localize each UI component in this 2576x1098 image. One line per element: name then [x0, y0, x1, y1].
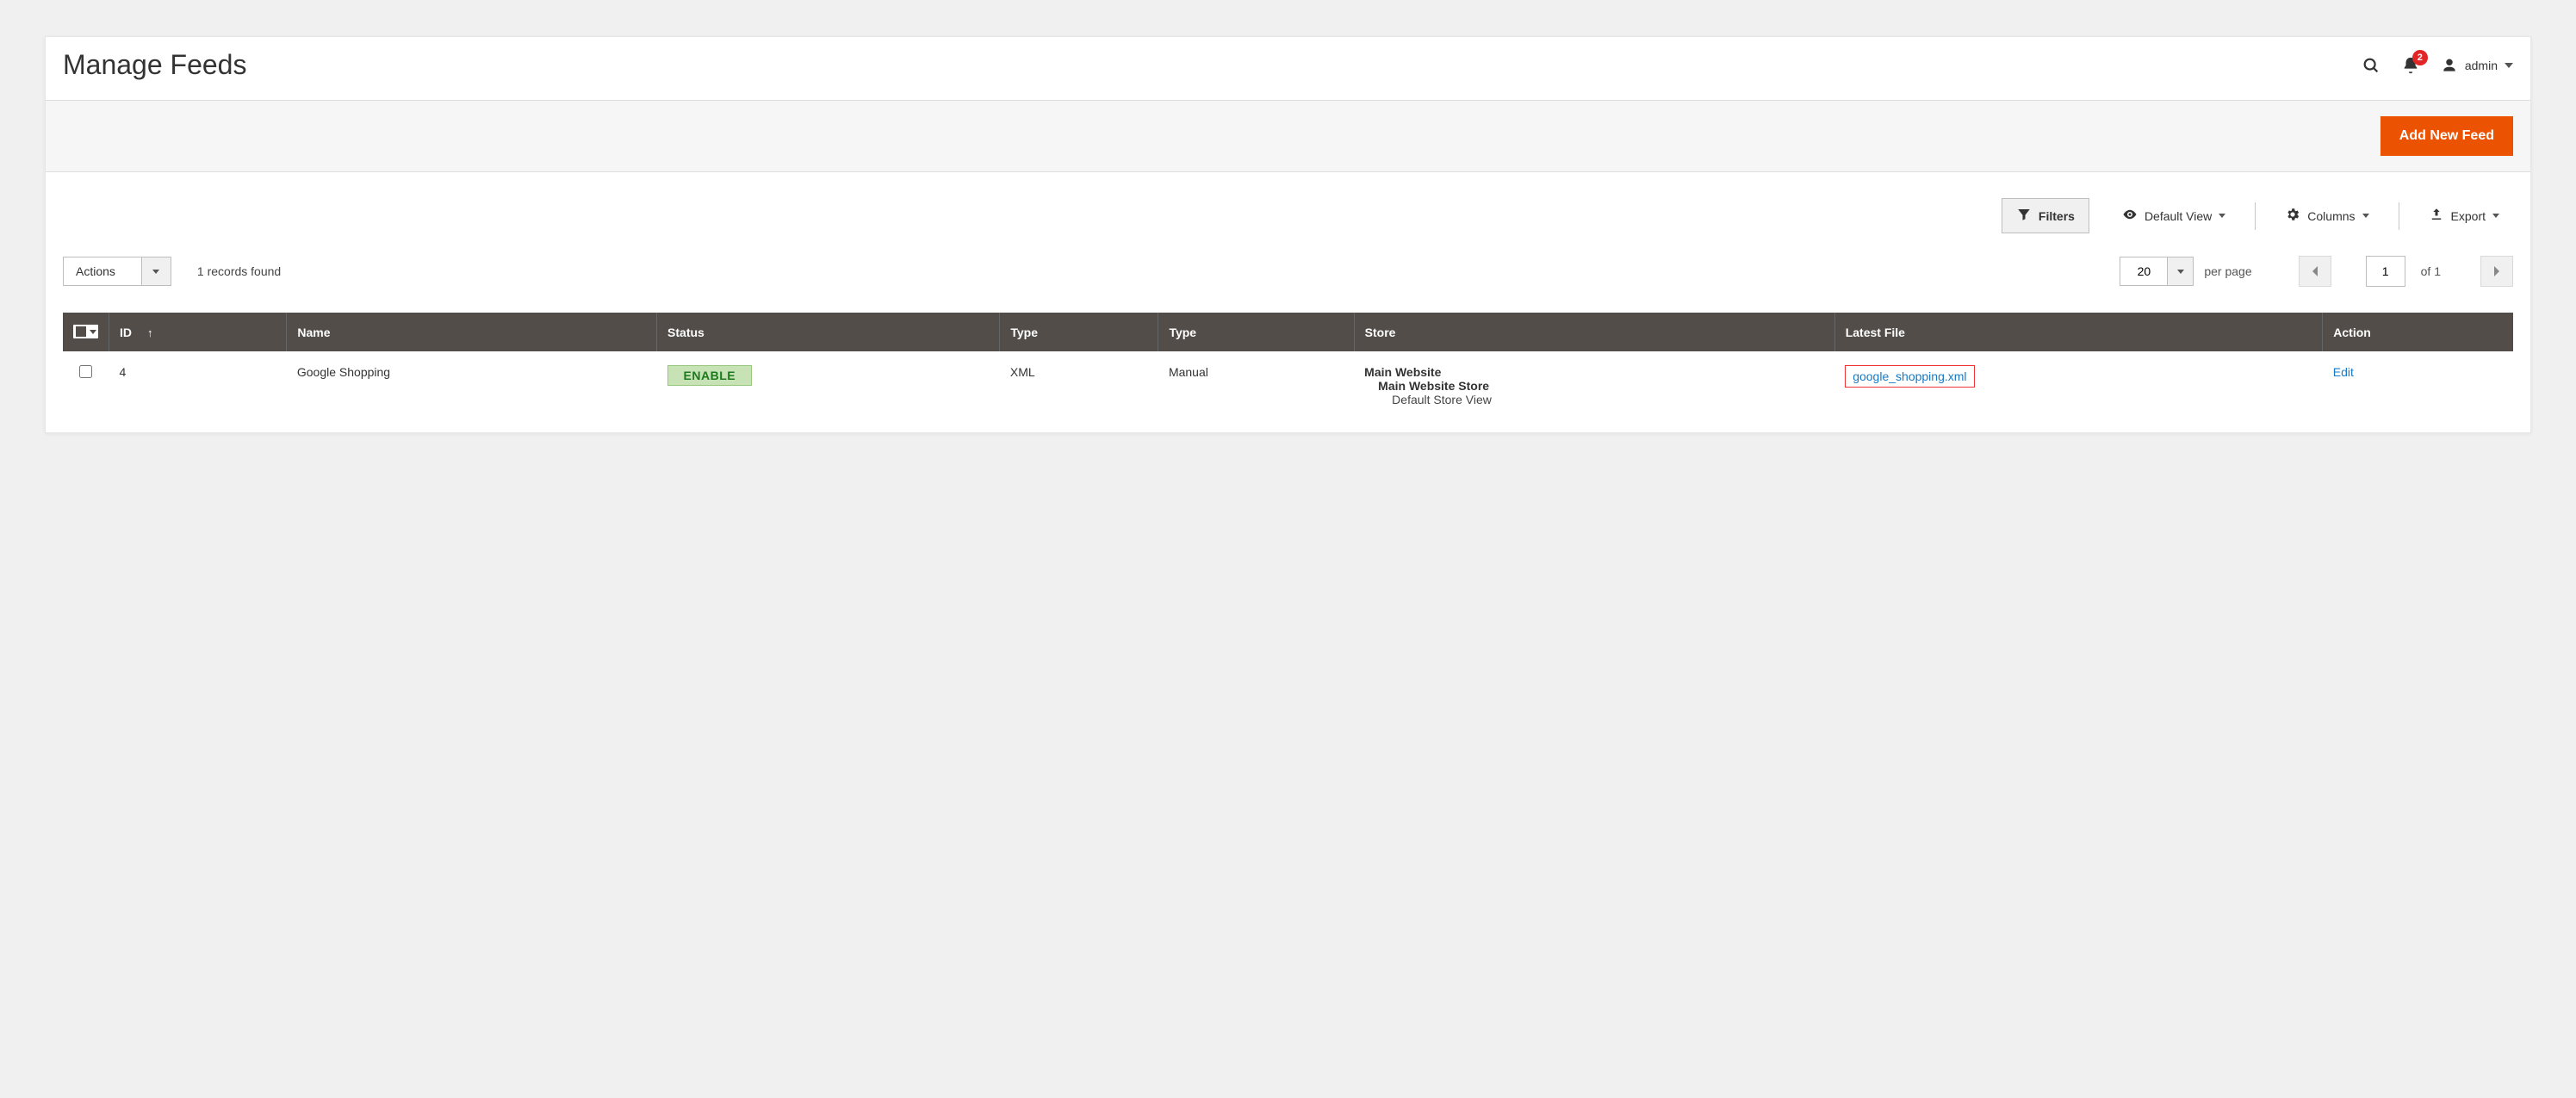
chevron-down-icon	[152, 270, 159, 274]
cell-id: 4	[109, 351, 287, 420]
export-button[interactable]: Export	[2415, 199, 2513, 233]
col-name[interactable]: Name	[287, 313, 657, 351]
chevron-down-icon	[2505, 63, 2513, 68]
funnel-icon	[2016, 207, 2032, 225]
latest-file-link[interactable]: google_shopping.xml	[1853, 369, 1966, 383]
user-name: admin	[2465, 59, 2498, 72]
select-all-header[interactable]	[63, 313, 109, 351]
page-title: Manage Feeds	[63, 49, 246, 81]
chevron-down-icon	[2177, 270, 2184, 274]
filters-label: Filters	[2039, 209, 2075, 223]
chevron-down-icon	[2362, 214, 2369, 218]
page-size-selector[interactable]	[2120, 257, 2194, 286]
gear-icon	[2285, 207, 2300, 225]
col-type1[interactable]: Type	[1000, 313, 1158, 351]
prev-page-button[interactable]	[2299, 256, 2331, 287]
user-icon	[2441, 57, 2458, 74]
col-latest-file[interactable]: Latest File	[1834, 313, 2323, 351]
columns-button[interactable]: Columns	[2271, 199, 2382, 233]
chevron-down-icon	[2492, 214, 2499, 218]
notification-badge: 2	[2412, 50, 2428, 65]
cell-name: Google Shopping	[287, 351, 657, 420]
default-view-button[interactable]: Default View	[2108, 199, 2239, 233]
next-page-button[interactable]	[2480, 256, 2513, 287]
table-row[interactable]: 4 Google Shopping ENABLE XML Manual Main…	[63, 351, 2513, 420]
records-count: 1 records found	[197, 264, 281, 278]
per-page-label: per page	[2204, 264, 2251, 278]
col-type2[interactable]: Type	[1158, 313, 1354, 351]
export-icon	[2429, 207, 2444, 225]
col-action: Action	[2323, 313, 2513, 351]
filters-button[interactable]: Filters	[2002, 198, 2089, 233]
add-new-feed-button[interactable]: Add New Feed	[2380, 116, 2513, 156]
status-badge: ENABLE	[667, 365, 753, 386]
search-icon[interactable]	[2362, 56, 2380, 75]
chevron-down-icon	[2219, 214, 2225, 218]
cell-type2: Manual	[1158, 351, 1354, 420]
page-size-input[interactable]	[2120, 257, 2167, 285]
export-label: Export	[2451, 209, 2486, 223]
eye-icon	[2122, 207, 2138, 225]
cell-type1: XML	[1000, 351, 1158, 420]
edit-link[interactable]: Edit	[2333, 365, 2354, 379]
col-status[interactable]: Status	[657, 313, 1000, 351]
current-page-input[interactable]	[2366, 256, 2405, 287]
actions-toggle[interactable]	[141, 257, 171, 285]
user-menu[interactable]: admin	[2441, 57, 2513, 74]
actions-label: Actions	[64, 257, 141, 285]
col-id[interactable]: ID↑	[109, 313, 287, 351]
columns-label: Columns	[2307, 209, 2355, 223]
row-checkbox[interactable]	[79, 365, 92, 378]
feeds-table: ID↑ Name Status Type Type Store Latest F…	[63, 313, 2513, 420]
page-of-label: of 1	[2421, 264, 2441, 278]
default-view-label: Default View	[2145, 209, 2212, 223]
store-hierarchy: Main Website Main Website Store Default …	[1364, 365, 1824, 406]
page-size-toggle[interactable]	[2167, 257, 2193, 285]
sort-asc-icon: ↑	[147, 326, 153, 339]
notifications-icon[interactable]: 2	[2401, 56, 2420, 75]
actions-selector[interactable]: Actions	[63, 257, 171, 286]
col-store[interactable]: Store	[1354, 313, 1834, 351]
